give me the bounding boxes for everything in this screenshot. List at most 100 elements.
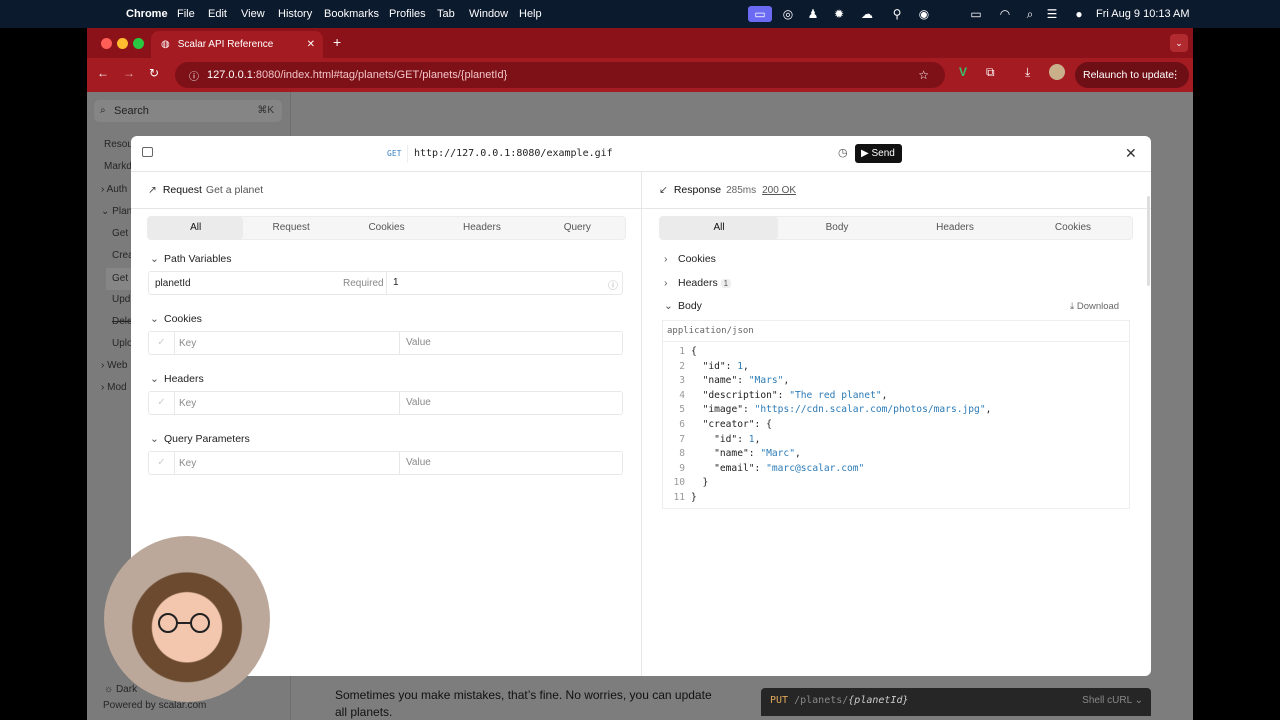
battery-icon[interactable]: ▭ xyxy=(966,7,986,21)
code-language-select[interactable]: Shell cURL ⌄ xyxy=(1082,688,1143,714)
menu-file[interactable]: File xyxy=(177,8,195,20)
sidebar-item-auth[interactable]: › Auth xyxy=(101,184,127,195)
response-tab-all[interactable]: All xyxy=(660,217,778,239)
path-variables-section[interactable]: ⌄ Path Variables xyxy=(150,253,232,265)
line-number: 5 xyxy=(679,404,685,416)
status-icon-2[interactable]: ♟ xyxy=(806,7,820,21)
sidebar-item-models[interactable]: › Mod xyxy=(101,382,127,393)
sidebar-item-delete[interactable]: Dele xyxy=(112,316,133,327)
tab-search-icon[interactable]: ⌄ xyxy=(1170,34,1188,52)
query-value-input[interactable]: Value xyxy=(399,452,431,474)
menubar-clock[interactable]: Fri Aug 9 10:13 AM xyxy=(1096,8,1190,20)
request-tab-cookies[interactable]: Cookies xyxy=(339,217,434,239)
query-key-input[interactable]: Key xyxy=(179,458,196,469)
menu-help[interactable]: Help xyxy=(519,8,542,20)
cookie-key-input[interactable]: Key xyxy=(179,338,196,349)
response-cookies-section[interactable]: › Cookies xyxy=(664,253,716,265)
bookmark-star-icon[interactable]: ☆ xyxy=(918,68,929,82)
close-window-button[interactable] xyxy=(101,38,112,49)
cookies-section[interactable]: ⌄ Cookies xyxy=(150,313,202,325)
request-tab-query[interactable]: Query xyxy=(530,217,625,239)
sidebar-item-planets[interactable]: ⌄ Plan xyxy=(101,206,132,217)
response-status[interactable]: 200 OK xyxy=(762,185,796,196)
response-body-section[interactable]: ⌄ Body xyxy=(664,300,702,312)
tab-strip: ◍ Scalar API Reference ✕ + ⌄ xyxy=(87,28,1193,58)
url-bar[interactable]: GET http://127.0.0.1:8080/example.gif xyxy=(377,143,903,165)
download-button[interactable]: ⤓ Download xyxy=(1070,301,1119,312)
method-badge[interactable]: GET xyxy=(387,149,401,158)
request-tab-request[interactable]: Request xyxy=(243,217,338,239)
header-value-input[interactable]: Value xyxy=(399,392,431,414)
checkbox-icon[interactable]: ✓ xyxy=(149,392,175,414)
screen-record-icon[interactable]: ▭ xyxy=(748,6,772,22)
new-tab-icon[interactable]: + xyxy=(333,34,341,50)
header-key-input[interactable]: Key xyxy=(179,398,196,409)
browser-tab[interactable]: ◍ Scalar API Reference ✕ xyxy=(151,31,323,58)
site-info-icon[interactable]: ⓘ xyxy=(189,68,199,83)
vue-devtools-icon[interactable]: V xyxy=(959,65,967,79)
minimize-window-button[interactable] xyxy=(117,38,128,49)
request-url[interactable]: http://127.0.0.1:8080/example.gif xyxy=(414,148,613,159)
checkbox-icon[interactable]: ✓ xyxy=(149,452,175,474)
search-icon: ⌕ xyxy=(100,105,106,116)
sidebar-item-update[interactable]: Upd xyxy=(112,294,130,305)
close-icon[interactable]: ✕ xyxy=(1125,145,1137,162)
info-icon[interactable]: ⓘ xyxy=(608,277,618,292)
sidebar-item-markdown[interactable]: Markd xyxy=(104,161,132,172)
sidebar-item-get-all[interactable]: Get xyxy=(112,228,128,239)
description-line-1: Sometimes you make mistakes, that’s fine… xyxy=(335,688,712,702)
code-line: 9 "email": "marc@scalar.com" xyxy=(663,462,864,476)
response-tab-cookies[interactable]: Cookies xyxy=(1014,217,1132,239)
sidebar-item-webhooks[interactable]: › Web xyxy=(101,360,128,371)
response-headers-section[interactable]: › Headers 1 xyxy=(664,277,732,289)
send-button[interactable]: ▶ Send xyxy=(855,144,902,163)
search-input[interactable]: ⌕ Search ⌘K xyxy=(94,100,282,122)
more-icon[interactable]: ⋮ xyxy=(1171,69,1182,81)
menu-edit[interactable]: Edit xyxy=(208,8,227,20)
menu-view[interactable]: View xyxy=(241,8,265,20)
control-center-icon[interactable]: ☰ xyxy=(1045,7,1059,21)
request-tab-all[interactable]: All xyxy=(148,217,244,239)
api-client-modal: GET http://127.0.0.1:8080/example.gif ◷ … xyxy=(131,136,1151,676)
extensions-icon[interactable]: ⧉ xyxy=(986,65,995,80)
theme-toggle[interactable]: ☼ Dark xyxy=(104,684,137,695)
macos-menubar: Chrome File Edit View History Bookmarks … xyxy=(0,0,1280,28)
sidebar-item-resources[interactable]: Resou xyxy=(104,139,133,150)
spotlight-icon[interactable]: ⌕ xyxy=(1023,7,1037,21)
menu-bookmarks[interactable]: Bookmarks xyxy=(324,8,379,20)
sidebar-item-upload[interactable]: Uplo xyxy=(112,338,133,349)
sidebar-toggle-icon[interactable] xyxy=(142,147,153,157)
zoom-window-button[interactable] xyxy=(133,38,144,49)
siri-icon[interactable]: ● xyxy=(1072,7,1086,21)
history-icon[interactable]: ◷ xyxy=(838,146,848,159)
downloads-icon[interactable]: ⤓ xyxy=(1025,65,1030,80)
reload-icon[interactable]: ↻ xyxy=(149,66,159,80)
back-icon[interactable]: ← xyxy=(97,66,109,80)
menu-window[interactable]: Window xyxy=(469,8,508,20)
response-body-code[interactable]: 1{2 "id": 1, 3 "name": "Mars", 4 "descript… xyxy=(662,341,1130,509)
close-tab-icon[interactable]: ✕ xyxy=(307,39,315,50)
query-parameters-section[interactable]: ⌄ Query Parameters xyxy=(150,433,250,445)
forward-icon[interactable]: → xyxy=(123,66,135,80)
address-bar[interactable]: ⓘ 127.0.0.1 :8080/index.html#tag/planets… xyxy=(175,62,945,88)
response-scrollbar[interactable] xyxy=(1147,196,1150,286)
brightness-icon[interactable]: ✹ xyxy=(832,7,846,21)
response-tab-body[interactable]: Body xyxy=(778,217,896,239)
record-icon[interactable]: ◉ xyxy=(917,7,931,21)
headers-section[interactable]: ⌄ Headers xyxy=(150,373,204,385)
status-icon-3[interactable]: ☁ xyxy=(860,7,874,21)
cookie-value-input[interactable]: Value xyxy=(399,332,431,354)
path-variable-value[interactable]: 1 xyxy=(386,272,622,294)
status-icon-4[interactable]: ⚲ xyxy=(890,7,904,21)
menu-history[interactable]: History xyxy=(278,8,312,20)
checkbox-icon[interactable]: ✓ xyxy=(149,332,175,354)
relaunch-button[interactable]: Relaunch to update ⋮ xyxy=(1075,62,1189,88)
menu-app-name[interactable]: Chrome xyxy=(126,8,168,20)
response-tab-headers[interactable]: Headers xyxy=(896,217,1014,239)
status-icon-1[interactable]: ◎ xyxy=(781,7,795,21)
menu-tab[interactable]: Tab xyxy=(437,8,455,20)
request-tab-headers[interactable]: Headers xyxy=(434,217,529,239)
profile-avatar[interactable] xyxy=(1049,64,1065,80)
wifi-icon[interactable]: ◠ xyxy=(998,7,1012,21)
menu-profiles[interactable]: Profiles xyxy=(389,8,426,20)
